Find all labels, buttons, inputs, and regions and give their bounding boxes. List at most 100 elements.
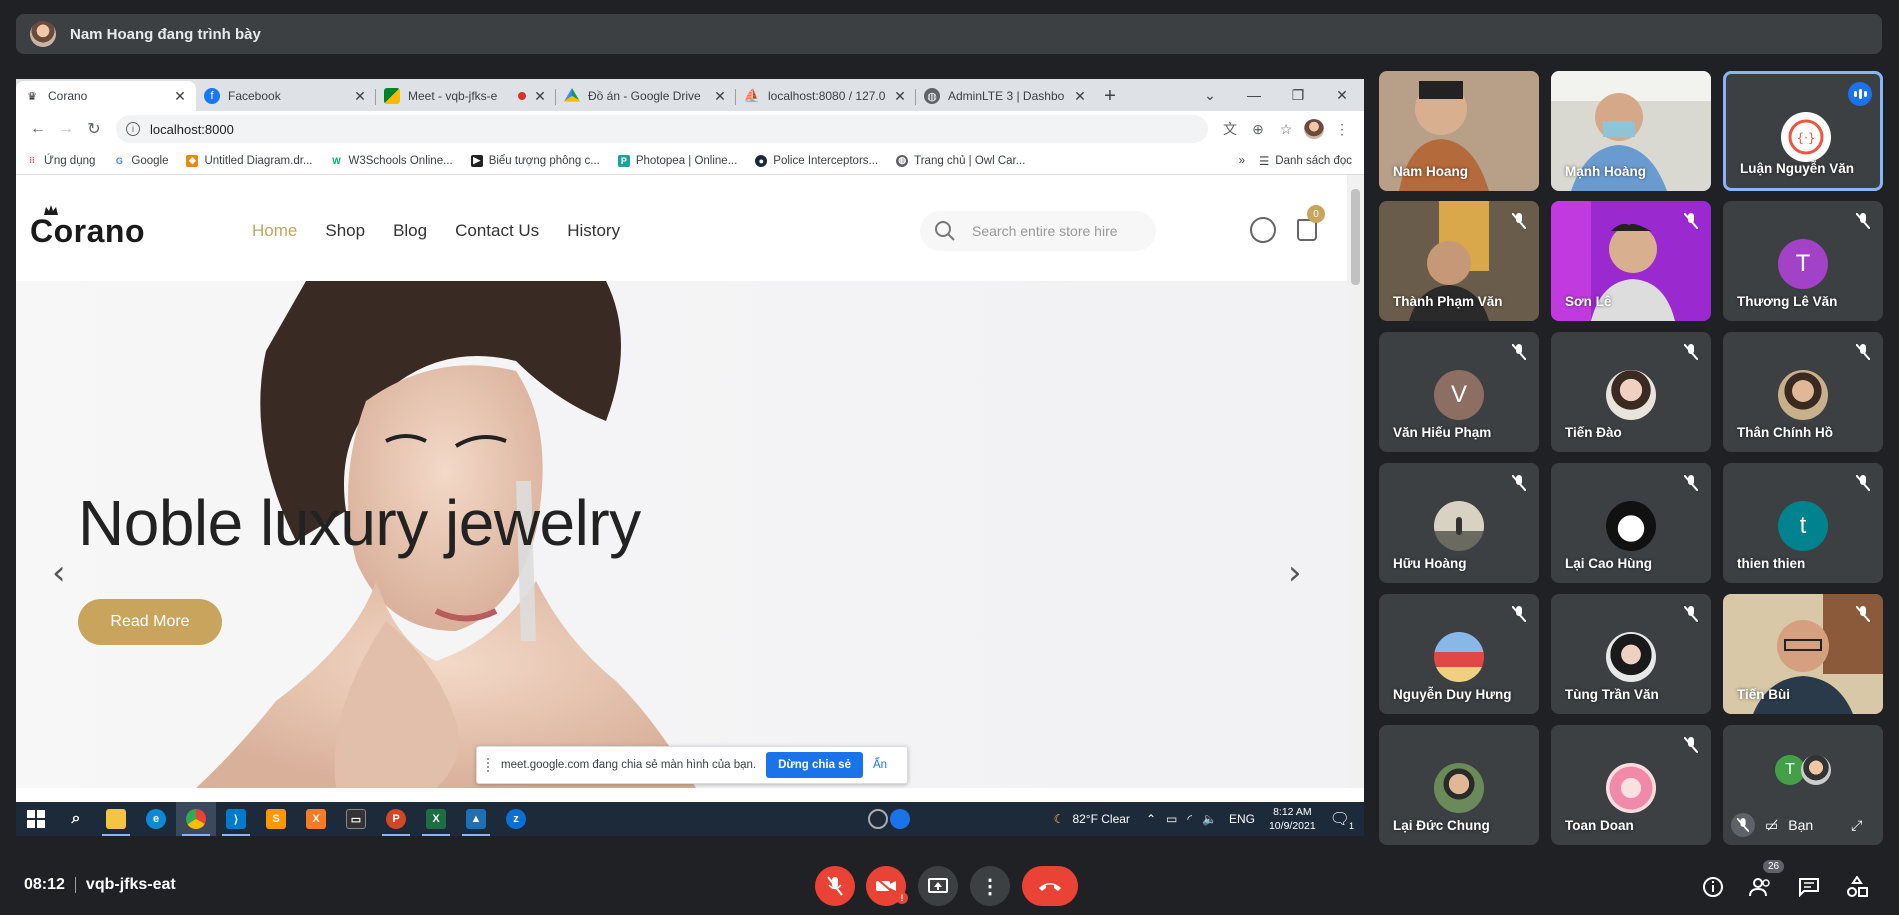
chevron-left-icon[interactable]: ‹	[52, 553, 66, 593]
zoom-icon[interactable]: ⊕	[1244, 115, 1272, 143]
participant-tile[interactable]: T Thương Lê Văn	[1723, 201, 1883, 321]
taskbar-zalo[interactable]: z	[496, 802, 536, 836]
taskbar-chrome[interactable]	[176, 802, 216, 836]
more-bookmarks-icon[interactable]: »	[1239, 155, 1245, 167]
participant-tile[interactable]: Toan Doan	[1551, 725, 1711, 845]
user-icon[interactable]	[1250, 217, 1276, 243]
mic-toggle-button[interactable]	[815, 866, 855, 906]
wifi-icon[interactable]: ◜	[1187, 812, 1192, 826]
activities-button[interactable]	[1844, 874, 1870, 900]
bookmark-owl[interactable]: ◍ Trang chủ | Owl Car...	[896, 154, 1025, 167]
taskbar-edge[interactable]: e	[136, 802, 176, 836]
participant-tile[interactable]: t thien thien	[1723, 463, 1883, 583]
bookmark-apps[interactable]: ⁝⁝ Ứng dụng	[26, 155, 95, 167]
leave-call-button[interactable]	[1022, 866, 1078, 906]
participant-tile[interactable]: Tiến Bùi	[1723, 594, 1883, 714]
participant-tile-active-speaker[interactable]: {·} Luận Nguyễn Văn	[1723, 71, 1883, 191]
close-icon[interactable]: ✕	[352, 88, 368, 105]
taskbar-terminal[interactable]: ▭	[336, 802, 376, 836]
reading-list-button[interactable]: Danh sách đọc	[1275, 155, 1352, 167]
close-icon[interactable]: ✕	[532, 88, 548, 105]
notification-icon[interactable]: 🗨 1	[1330, 809, 1354, 831]
start-button[interactable]	[16, 802, 56, 836]
battery-icon[interactable]: ▭	[1166, 812, 1177, 826]
tab-meet[interactable]: Meet - vqb-jfks-e ✕	[376, 81, 556, 111]
tab-facebook[interactable]: f Facebook ✕	[196, 81, 376, 111]
meeting-details-button[interactable]	[1700, 874, 1726, 900]
participant-tile[interactable]: Mạnh Hoàng	[1551, 71, 1711, 191]
tab-search-icon[interactable]: ⌄	[1188, 79, 1232, 111]
participant-tile[interactable]: Thành Phạm Văn	[1379, 201, 1539, 321]
language-indicator[interactable]: ENG	[1229, 812, 1255, 826]
weather-widget[interactable]: ☾ 82°F Clear	[1054, 812, 1130, 826]
tab-drive[interactable]: Đồ án - Google Drive ✕	[556, 81, 736, 111]
reload-icon[interactable]: ↻	[80, 115, 108, 143]
menu-shop[interactable]: Shop	[325, 221, 365, 241]
close-window-icon[interactable]: ✕	[1320, 79, 1364, 111]
tab-adminlte[interactable]: ◍ AdminLTE 3 | Dashbo ✕	[916, 81, 1096, 111]
expand-icon[interactable]: ⤢	[1851, 817, 1862, 834]
chat-button[interactable]	[1796, 874, 1822, 900]
info-icon[interactable]: i	[126, 122, 140, 136]
mic-off-icon[interactable]	[1731, 813, 1755, 837]
bookmark-w3schools[interactable]: W W3Schools Online...	[331, 155, 452, 167]
menu-history[interactable]: History	[567, 221, 620, 241]
taskbar-xampp[interactable]: X	[296, 802, 336, 836]
taskbar-clock[interactable]: 8:12 AM 10/9/2021	[1269, 805, 1316, 833]
taskbar-excel[interactable]: X	[416, 802, 456, 836]
bookmark-photopea[interactable]: P Photopea | Online...	[617, 154, 737, 167]
site-logo[interactable]: Corano	[30, 213, 145, 250]
close-icon[interactable]: ✕	[1072, 88, 1088, 105]
star-icon[interactable]: ☆	[1272, 115, 1300, 143]
bookmark-diagram[interactable]: ◆ Untitled Diagram.dr...	[186, 154, 313, 167]
participant-tile[interactable]: Thân Chính Hồ	[1723, 332, 1883, 452]
camera-off-icon[interactable]: ▭̸	[1765, 817, 1778, 834]
self-tile[interactable]: T ▭̸ Bạn ⤢	[1723, 725, 1883, 845]
taskbar-vscode[interactable]: ⟩	[216, 802, 256, 836]
menu-contact[interactable]: Contact Us	[455, 221, 539, 241]
taskbar-explorer[interactable]	[96, 802, 136, 836]
more-options-button[interactable]: ⋮	[970, 866, 1010, 906]
menu-home[interactable]: Home	[252, 221, 297, 241]
cortana-icon[interactable]	[890, 809, 910, 829]
menu-blog[interactable]: Blog	[393, 221, 427, 241]
participant-tile[interactable]: Tùng Trần Văn	[1551, 594, 1711, 714]
profile-icon[interactable]	[1300, 115, 1328, 143]
participants-button[interactable]	[1748, 874, 1774, 900]
close-icon[interactable]: ✕	[892, 88, 908, 105]
participant-tile[interactable]: Tiến Đào	[1551, 332, 1711, 452]
participant-tile[interactable]: Sơn Lê	[1551, 201, 1711, 321]
menu-icon[interactable]: ⋮	[1328, 115, 1356, 143]
page-scrollbar[interactable]	[1347, 175, 1364, 788]
bookmark-icons[interactable]: ▶ Biểu tượng phông c...	[470, 154, 600, 167]
translate-icon[interactable]: 文	[1216, 115, 1244, 143]
chevron-right-icon[interactable]: ›	[1288, 553, 1302, 593]
drag-handle-icon[interactable]	[487, 758, 493, 772]
read-more-button[interactable]: Read More	[78, 599, 222, 645]
tab-corano[interactable]: ♛ Corano ✕	[16, 81, 196, 111]
camera-toggle-button[interactable]: !	[866, 866, 908, 906]
participant-tile[interactable]: V Văn Hiếu Phạm	[1379, 332, 1539, 452]
taskbar-powerpoint[interactable]: P	[376, 802, 416, 836]
participant-tile[interactable]: Nguyễn Duy Hưng	[1379, 594, 1539, 714]
chevron-up-icon[interactable]: ⌃	[1146, 812, 1156, 826]
participant-tile[interactable]: Lại Cao Hùng	[1551, 463, 1711, 583]
store-search-input[interactable]: Search entire store hire	[920, 211, 1156, 251]
forward-icon[interactable]: →	[52, 115, 80, 143]
bookmark-google[interactable]: G Google	[113, 155, 169, 167]
hide-banner-button[interactable]: Ẩn	[873, 759, 887, 771]
participant-tile[interactable]: Lại Đức Chung	[1379, 725, 1539, 845]
taskbar-sublime[interactable]: S	[256, 802, 296, 836]
bookmark-steam[interactable]: ● Police Interceptors...	[755, 154, 878, 167]
close-icon[interactable]: ✕	[712, 88, 728, 105]
volume-icon[interactable]: 🔈	[1202, 812, 1217, 826]
address-bar[interactable]: i localhost:8000	[116, 115, 1208, 143]
search-button[interactable]: ⌕	[56, 802, 96, 836]
participant-tile[interactable]: Hữu Hoàng	[1379, 463, 1539, 583]
present-button[interactable]	[918, 866, 958, 906]
restore-icon[interactable]: ❐	[1276, 79, 1320, 111]
stop-sharing-button[interactable]: Dừng chia sẻ	[766, 752, 863, 778]
tab-phpmyadmin[interactable]: ⛵ localhost:8080 / 127.0 ✕	[736, 81, 916, 111]
participant-tile[interactable]: Nam Hoang	[1379, 71, 1539, 191]
back-icon[interactable]: ←	[24, 115, 52, 143]
